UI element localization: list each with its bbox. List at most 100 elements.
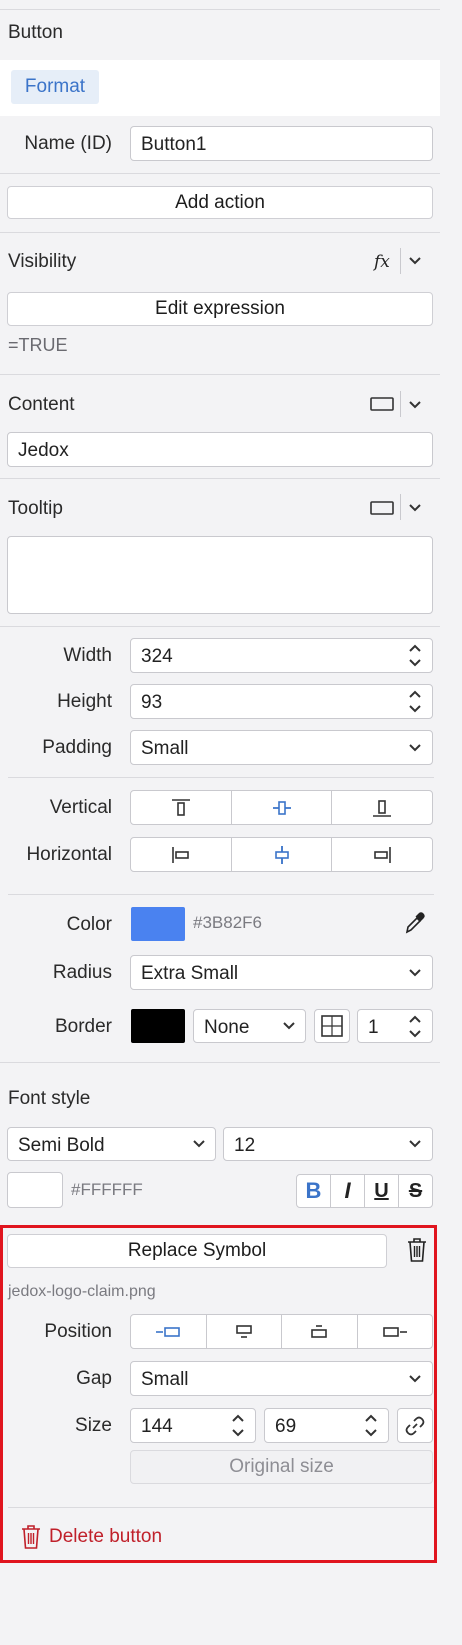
width-label: Width xyxy=(63,645,112,666)
delete-button-label[interactable]: Delete button xyxy=(49,1526,162,1548)
italic-button[interactable]: I xyxy=(331,1175,365,1207)
border-sides-button[interactable] xyxy=(314,1009,350,1043)
stepper-icon[interactable] xyxy=(408,688,422,715)
vertical-align-group xyxy=(130,790,433,825)
add-action-button[interactable]: Add action xyxy=(7,186,433,219)
align-left-icon xyxy=(172,846,189,863)
component-type-title: Button xyxy=(8,22,63,43)
content-input[interactable]: Jedox xyxy=(7,432,433,467)
divider xyxy=(8,777,434,778)
symbol-file-name: jedox-logo-claim.png xyxy=(8,1283,156,1300)
align-bottom-button[interactable] xyxy=(332,791,432,824)
border-label: Border xyxy=(54,1016,112,1037)
border-color-swatch[interactable] xyxy=(131,1009,185,1043)
width-value: 324 xyxy=(141,646,173,667)
vertical-label: Vertical xyxy=(49,797,112,818)
border-style-select[interactable]: None xyxy=(193,1009,306,1043)
stepper-icon[interactable] xyxy=(231,1412,245,1439)
position-top-button[interactable] xyxy=(207,1315,282,1348)
size-height-input[interactable]: 69 xyxy=(264,1408,389,1443)
tooltip-textarea[interactable] xyxy=(7,536,433,614)
font-style-title: Font style xyxy=(8,1088,91,1109)
font-color-swatch[interactable] xyxy=(7,1172,63,1208)
color-label: Color xyxy=(66,914,112,935)
radius-value: Extra Small xyxy=(141,963,239,984)
divider xyxy=(0,626,440,627)
size-height-value: 69 xyxy=(275,1416,297,1437)
gap-select[interactable]: Small xyxy=(130,1361,433,1396)
replace-symbol-button[interactable]: Replace Symbol xyxy=(7,1234,387,1268)
name-id-input[interactable]: Button1 xyxy=(130,126,433,161)
position-left-button[interactable] xyxy=(131,1315,207,1348)
visibility-title: Visibility xyxy=(8,251,77,272)
horizontal-align-group xyxy=(130,837,433,872)
visibility-expression: =TRUE xyxy=(8,335,68,355)
name-id-label: Name (ID) xyxy=(24,133,112,154)
icon-left-of-text-icon xyxy=(156,1326,181,1337)
radius-label: Radius xyxy=(52,962,112,983)
chevron-down-icon xyxy=(409,1140,421,1148)
strikethrough-button[interactable]: S xyxy=(399,1175,432,1207)
width-input[interactable]: 324 xyxy=(130,638,433,673)
border-all-icon xyxy=(321,1015,343,1037)
radius-select[interactable]: Extra Small xyxy=(130,955,433,990)
align-right-button[interactable] xyxy=(332,838,432,871)
padding-value: Small xyxy=(141,738,189,759)
divider xyxy=(0,478,440,479)
eyedropper-icon[interactable] xyxy=(403,911,425,935)
position-bottom-button[interactable] xyxy=(282,1315,358,1348)
align-bottom-icon xyxy=(373,799,392,817)
lock-ratio-button[interactable] xyxy=(397,1408,433,1443)
position-right-button[interactable] xyxy=(358,1315,433,1348)
chevron-down-icon xyxy=(409,1375,421,1383)
divider xyxy=(8,1507,434,1508)
align-top-button[interactable] xyxy=(131,791,232,824)
name-id-value: Button1 xyxy=(141,134,207,155)
symbol-position-group xyxy=(130,1314,433,1349)
height-input[interactable]: 93 xyxy=(130,684,433,719)
stepper-icon[interactable] xyxy=(364,1412,378,1439)
divider xyxy=(8,894,434,895)
color-swatch[interactable] xyxy=(131,907,185,941)
stepper-icon[interactable] xyxy=(408,1013,422,1040)
border-width-input[interactable]: 1 xyxy=(357,1009,433,1043)
align-top-icon xyxy=(171,798,190,816)
chevron-down-icon[interactable] xyxy=(408,400,422,410)
padding-select[interactable]: Small xyxy=(130,730,433,765)
size-label: Size xyxy=(75,1415,112,1436)
tab-format[interactable]: Format xyxy=(11,70,99,104)
divider xyxy=(400,494,401,520)
text-field-icon[interactable] xyxy=(370,500,394,516)
align-center-button[interactable] xyxy=(232,838,333,871)
position-label: Position xyxy=(44,1321,112,1342)
font-color-hex: #FFFFFF xyxy=(71,1180,143,1199)
horizontal-label: Horizontal xyxy=(26,844,112,865)
gap-value: Small xyxy=(141,1369,189,1390)
font-size-select[interactable]: 12 xyxy=(223,1127,433,1161)
divider xyxy=(0,374,440,375)
stepper-icon[interactable] xyxy=(408,642,422,669)
chevron-down-icon xyxy=(409,744,421,752)
height-label: Height xyxy=(57,691,112,712)
content-value: Jedox xyxy=(18,440,69,461)
chevron-down-icon xyxy=(283,1022,295,1030)
link-icon xyxy=(405,1416,425,1436)
tooltip-title: Tooltip xyxy=(8,498,63,519)
size-width-input[interactable]: 144 xyxy=(130,1408,256,1443)
trash-icon[interactable] xyxy=(20,1524,42,1550)
font-weight-select[interactable]: Semi Bold xyxy=(7,1127,216,1161)
strikethrough-icon: S xyxy=(408,1179,423,1202)
chevron-down-icon[interactable] xyxy=(408,256,422,266)
original-size-button[interactable]: Original size xyxy=(130,1450,433,1484)
bold-button[interactable]: B xyxy=(297,1175,331,1207)
underline-button[interactable]: U xyxy=(365,1175,399,1207)
fx-icon[interactable]: fx xyxy=(374,252,390,272)
edit-expression-button[interactable]: Edit expression xyxy=(7,292,433,326)
align-middle-button[interactable] xyxy=(232,791,333,824)
chevron-down-icon[interactable] xyxy=(408,503,422,513)
divider xyxy=(400,391,401,417)
text-field-icon[interactable] xyxy=(370,396,394,412)
trash-icon[interactable] xyxy=(405,1237,429,1263)
align-left-button[interactable] xyxy=(131,838,232,871)
chevron-down-icon xyxy=(193,1140,205,1148)
